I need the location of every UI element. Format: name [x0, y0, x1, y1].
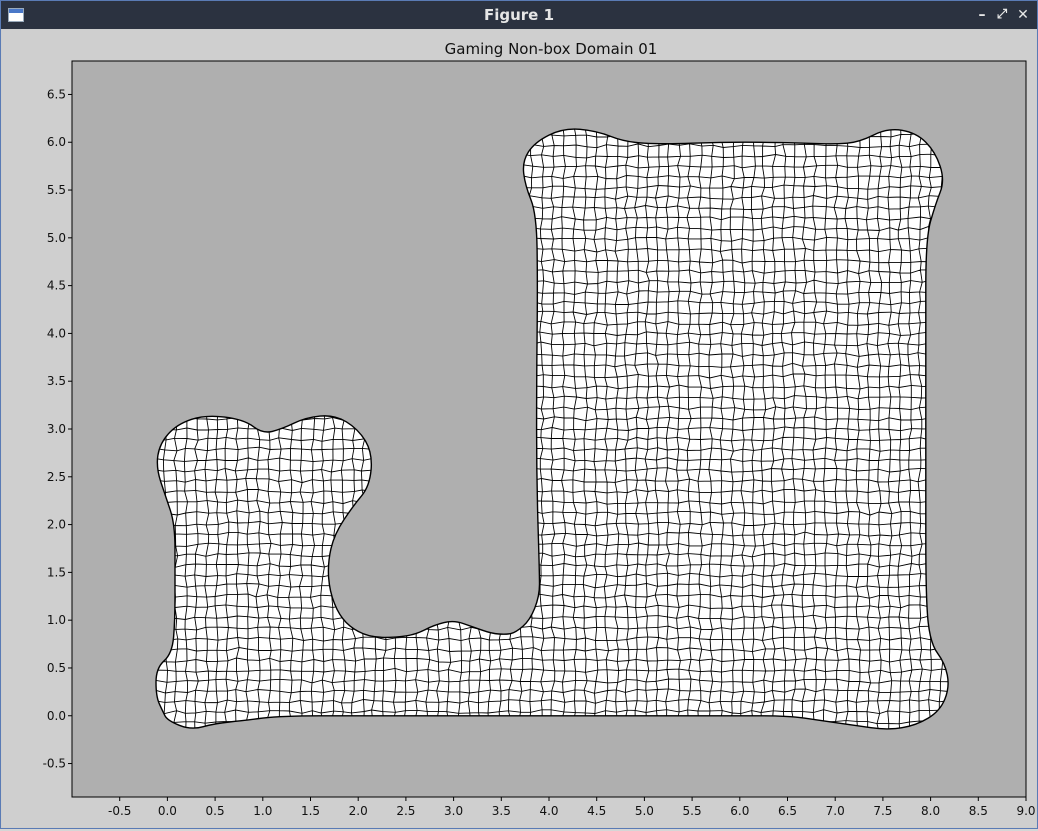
x-tick-label: 3.5	[492, 804, 511, 818]
x-tick-label: 0.5	[206, 804, 225, 818]
restore-icon[interactable]: ⤢	[993, 6, 1011, 24]
minimize-icon[interactable]: –	[973, 6, 991, 24]
y-tick-label: 5.5	[47, 183, 66, 197]
y-tick-label: 5.0	[47, 231, 66, 245]
x-tick-label: 5.0	[635, 804, 654, 818]
x-tick-label: 8.5	[969, 804, 988, 818]
figure-canvas: Gaming Non-box Domain 01 -0.5 0.0 0.5 1.0 1.…	[2, 30, 1036, 827]
y-tick-label: 4.5	[47, 279, 66, 293]
x-tick-label: 9.0	[1016, 804, 1035, 818]
x-tick-label: 8.0	[921, 804, 940, 818]
x-tick-label: 4.0	[539, 804, 558, 818]
y-tick-label: 3.5	[47, 374, 66, 388]
x-tick-label: -0.5	[108, 804, 131, 818]
y-tick-label: 6.5	[47, 87, 66, 101]
figure-window: Figure 1 – ⤢ ✕ Gaming Non-box Domain 01 …	[0, 0, 1038, 829]
x-tick-label: 3.0	[444, 804, 463, 818]
x-tick-label: 2.5	[396, 804, 415, 818]
y-tick-label: 3.0	[47, 422, 66, 436]
x-tick-label: 2.0	[349, 804, 368, 818]
x-tick-label: 6.0	[730, 804, 749, 818]
x-tick-label: 6.5	[778, 804, 797, 818]
y-tick-label: 0.0	[47, 709, 66, 723]
x-tick-label: 5.5	[683, 804, 702, 818]
y-tick-label: 6.0	[47, 135, 66, 149]
mesh-plot: Gaming Non-box Domain 01 -0.5 0.0 0.5 1.0 1.…	[43, 40, 1036, 818]
x-tick-label: 7.0	[826, 804, 845, 818]
y-tick-label: 0.5	[47, 661, 66, 675]
y-tick-label: 2.5	[47, 470, 66, 484]
window-title: Figure 1	[483, 6, 555, 24]
y-tick-label: 4.0	[47, 326, 66, 340]
chart-title: Gaming Non-box Domain 01	[445, 40, 658, 58]
y-tick-label: 1.0	[47, 613, 66, 627]
title-bar[interactable]: Figure 1 – ⤢ ✕	[1, 1, 1037, 29]
x-tick-label: 4.5	[587, 804, 606, 818]
x-tick-label: 0.0	[158, 804, 177, 818]
close-icon[interactable]: ✕	[1014, 6, 1032, 24]
x-tick-label: 7.5	[873, 804, 892, 818]
x-tick-label: 1.5	[301, 804, 320, 818]
y-tick-label: -0.5	[43, 757, 66, 771]
x-tick-label: 1.0	[253, 804, 272, 818]
y-tick-label: 1.5	[47, 565, 66, 579]
y-tick-label: 2.0	[47, 518, 66, 532]
